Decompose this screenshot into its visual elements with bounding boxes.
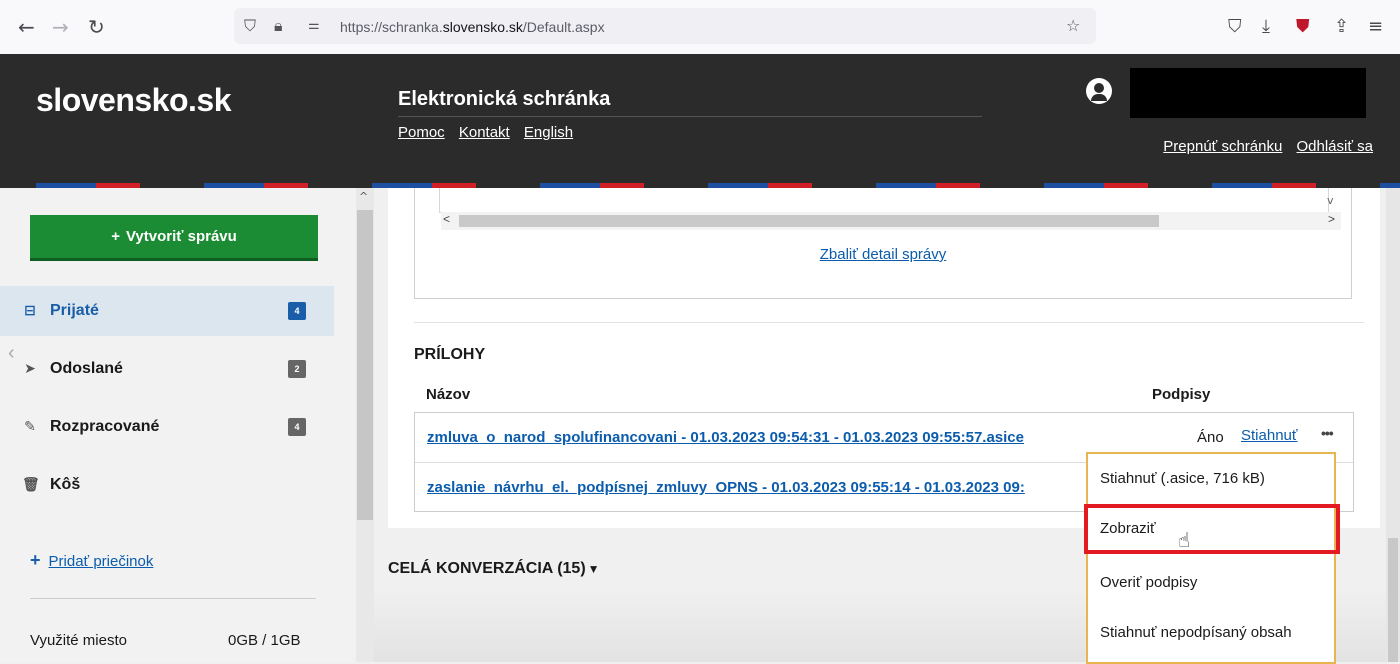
attachment-link[interactable]: zmluva_o_narod_spolufinancovani - 01.03.… <box>427 429 1099 446</box>
download-link[interactable]: Stiahnuť <box>1241 427 1298 444</box>
sidebar: ‹ + Vytvoriť správu ⊟ Prijaté 4 ➤ Odosla… <box>0 188 356 662</box>
sidebar-scrollbar[interactable]: ^ <box>356 188 374 662</box>
hand-cursor-icon: ☝ <box>1178 528 1191 552</box>
storage-usage-value: 0GB / 1GB <box>228 632 301 649</box>
reload-icon[interactable]: ↻ <box>88 15 105 39</box>
forward-icon[interactable]: → <box>52 15 69 39</box>
attachment-actions-menu: Stiahnuť (.asice, 716 kB) Zobraziť Overi… <box>1084 452 1340 664</box>
trash-icon: 🗑︎ <box>22 477 40 493</box>
ublock-icon[interactable]: ⛊ <box>1296 16 1310 37</box>
sidebar-item-drafts[interactable]: ✎ Rozpracované 4 <box>0 402 334 452</box>
bookmark-star-icon[interactable]: ☆ <box>1066 16 1080 35</box>
shield-icon[interactable]: ⛉ <box>244 16 256 36</box>
sidebar-item-sent[interactable]: ➤ Odoslané 2 <box>0 344 334 394</box>
site-header: slovensko.sk Elektronická schránka Pomoc… <box>0 54 1400 188</box>
add-folder-link[interactable]: + Pridať priečinok <box>30 550 153 571</box>
count-badge: 4 <box>288 302 306 320</box>
collapse-detail-link[interactable]: Zbaliť detail správy <box>820 246 947 263</box>
scrollbar-thumb[interactable] <box>459 215 1159 227</box>
page-scrollbar[interactable] <box>1386 188 1400 662</box>
user-icon[interactable] <box>1086 78 1112 104</box>
site-logo[interactable]: slovensko.sk <box>36 82 232 119</box>
page-title: Elektronická schránka <box>398 88 611 110</box>
plus-icon: + <box>30 550 41 570</box>
share-icon[interactable]: ⇪ <box>1334 16 1349 37</box>
horizontal-scrollbar[interactable]: < > <box>441 212 1341 230</box>
message-detail-box: v < > Zbaliť detail správy <box>414 188 1352 299</box>
signed-status: Áno <box>1197 429 1224 446</box>
english-link[interactable]: English <box>524 124 573 141</box>
menu-item-download-asice[interactable]: Stiahnuť (.asice, 716 kB) <box>1088 454 1334 504</box>
sidebar-divider <box>30 598 316 599</box>
scroll-left-icon[interactable]: < <box>443 212 450 226</box>
count-badge: 2 <box>288 360 306 378</box>
back-icon[interactable]: ← <box>18 15 35 39</box>
column-header-name: Názov <box>426 386 471 403</box>
permissions-icon[interactable]: ⚌ <box>308 18 320 33</box>
pocket-icon[interactable]: ⛉ <box>1228 16 1242 37</box>
sidebar-item-inbox[interactable]: ⊟ Prijaté 4 <box>0 286 334 336</box>
browser-toolbar: ← → ↻ ⛉ 🔒︎ ⚌ https://schranka.slovensko.… <box>0 0 1400 55</box>
create-message-button[interactable]: + Vytvoriť správu <box>30 215 318 261</box>
lock-icon[interactable]: 🔒︎ <box>274 16 283 36</box>
menu-item-view[interactable]: Zobraziť <box>1084 504 1340 554</box>
download-icon[interactable]: ⤓ <box>1262 16 1270 37</box>
header-divider <box>398 116 982 117</box>
message-body-frame <box>439 188 1329 213</box>
inbox-icon: ⊟ <box>24 303 36 319</box>
paper-plane-icon: ➤ <box>24 361 36 377</box>
section-divider <box>414 322 1364 323</box>
column-header-signatures: Podpisy <box>1152 386 1211 403</box>
address-bar[interactable]: ⛉ 🔒︎ ⚌ https://schranka.slovensko.sk/Def… <box>234 8 1096 44</box>
scroll-down-icon[interactable]: v <box>1327 194 1334 207</box>
switch-mailbox-link[interactable]: Prepnúť schránku <box>1163 138 1282 155</box>
sidebar-item-trash[interactable]: 🗑︎ Kôš <box>0 460 334 510</box>
help-link[interactable]: Pomoc <box>398 124 445 141</box>
logout-link[interactable]: Odhlásiť sa <box>1297 138 1374 155</box>
header-links: Pomoc Kontakt English <box>398 124 583 141</box>
scrollbar-thumb[interactable] <box>357 210 373 520</box>
scroll-right-icon[interactable]: > <box>1328 212 1335 226</box>
collapse-detail-container: Zbaliť detail správy <box>415 246 1351 263</box>
scroll-up-icon[interactable]: ^ <box>359 190 368 203</box>
more-options-icon[interactable]: ••• <box>1321 425 1334 441</box>
storage-usage-label: Využité miesto <box>30 632 127 649</box>
account-links: Prepnúť schránku Odhlásiť sa <box>1153 138 1373 155</box>
user-name-redacted <box>1130 68 1366 118</box>
plus-icon: + <box>111 228 120 245</box>
contact-link[interactable]: Kontakt <box>459 124 510 141</box>
attachment-link[interactable]: zaslanie_návrhu_el._podpísnej_zmluvy_OPN… <box>427 479 1099 496</box>
caret-down-icon: ▼ <box>587 562 600 576</box>
scrollbar-thumb[interactable] <box>1388 538 1398 662</box>
pencil-icon: ✎ <box>24 419 36 435</box>
attachments-heading: PRÍLOHY <box>414 346 486 363</box>
url-text[interactable]: https://schranka.slovensko.sk/Default.as… <box>340 19 605 35</box>
menu-icon[interactable]: ≡ <box>1368 16 1383 37</box>
menu-item-download-unsigned[interactable]: Stiahnuť nepodpísaný obsah <box>1088 608 1334 658</box>
menu-item-verify-signatures[interactable]: Overiť podpisy <box>1088 558 1334 608</box>
count-badge: 4 <box>288 418 306 436</box>
conversation-toggle[interactable]: CELÁ KONVERZÁCIA (15) ▼ <box>388 560 600 578</box>
